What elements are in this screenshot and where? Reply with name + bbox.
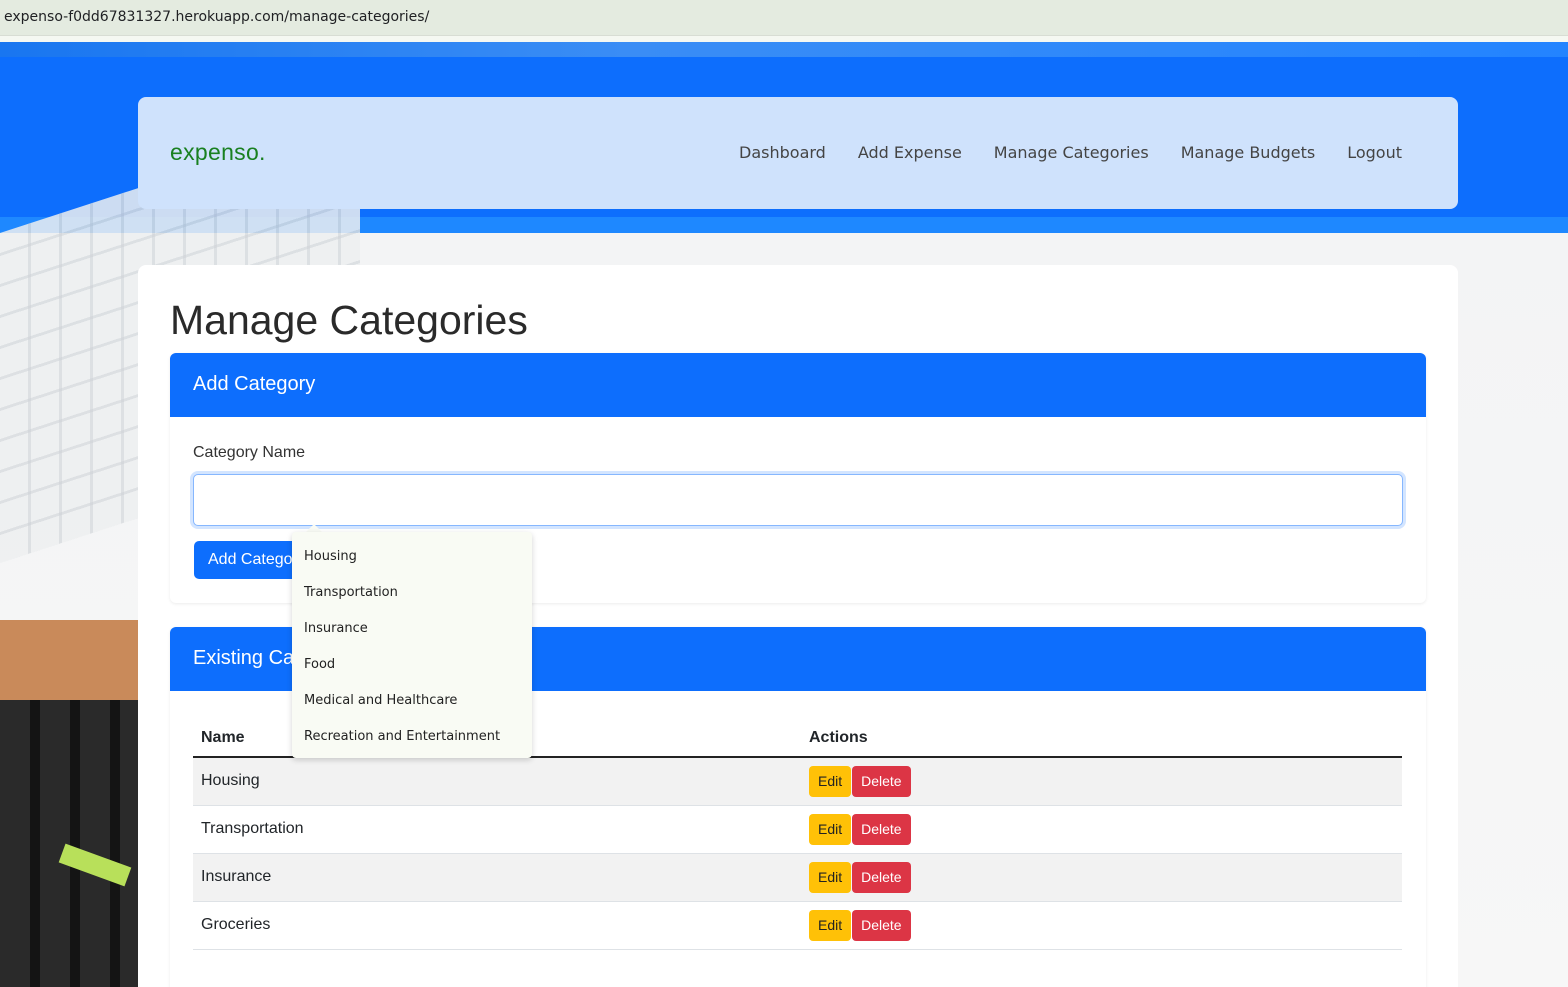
actions-cell: Edit Delete	[801, 853, 1402, 902]
autocomplete-option[interactable]: Medical and Healthcare	[292, 682, 532, 718]
category-name-input[interactable]	[193, 474, 1403, 526]
autocomplete-option[interactable]: Transportation	[292, 574, 532, 610]
category-name-cell: Groceries	[193, 901, 801, 950]
actions-cell: Edit Delete	[801, 805, 1402, 854]
table-row: Groceries Edit Delete	[193, 901, 1402, 950]
category-name-label: Category Name	[193, 444, 306, 461]
edit-button[interactable]: Edit	[809, 909, 852, 941]
nav-link-add-expense[interactable]: Add Expense	[858, 143, 962, 162]
nav-link-dashboard[interactable]: Dashboard	[739, 143, 826, 162]
page-title: Manage Categories	[170, 297, 528, 343]
delete-button[interactable]: Delete	[852, 765, 911, 797]
top-navbar: expenso. Dashboard Add Expense Manage Ca…	[138, 97, 1458, 209]
autocomplete-option[interactable]: Insurance	[292, 610, 532, 646]
add-category-header: Add Category	[170, 353, 1426, 417]
hero-band-top	[0, 42, 1568, 57]
table-row: Transportation Edit Delete	[193, 805, 1402, 854]
autocomplete-option[interactable]: Recreation and Entertainment	[292, 718, 532, 754]
edit-button[interactable]: Edit	[809, 813, 852, 845]
delete-button[interactable]: Delete	[852, 861, 911, 893]
edit-button[interactable]: Edit	[809, 765, 852, 797]
autocomplete-option[interactable]: Housing	[292, 538, 532, 574]
autocomplete-caret	[306, 524, 322, 532]
table-row: Insurance Edit Delete	[193, 853, 1402, 902]
brand-logo[interactable]: expenso.	[170, 139, 266, 166]
background-calculator	[0, 700, 140, 987]
delete-button[interactable]: Delete	[852, 813, 911, 845]
url-text: expenso-f0dd67831327.herokuapp.com/manag…	[4, 9, 430, 25]
column-header-actions: Actions	[801, 719, 1402, 758]
actions-cell: Edit Delete	[801, 901, 1402, 950]
edit-button[interactable]: Edit	[809, 861, 852, 893]
nav-link-manage-budgets[interactable]: Manage Budgets	[1181, 143, 1316, 162]
browser-url-bar[interactable]: expenso-f0dd67831327.herokuapp.com/manag…	[0, 0, 1568, 36]
category-name-cell: Insurance	[193, 853, 801, 902]
autocomplete-dropdown: Housing Transportation Insurance Food Me…	[292, 532, 532, 758]
table-row: Housing Edit Delete	[193, 757, 1402, 806]
nav-link-logout[interactable]: Logout	[1347, 143, 1402, 162]
actions-cell: Edit Delete	[801, 757, 1402, 806]
category-name-cell: Transportation	[193, 805, 801, 854]
nav-links: Dashboard Add Expense Manage Categories …	[739, 143, 1402, 162]
delete-button[interactable]: Delete	[852, 909, 911, 941]
autocomplete-option[interactable]: Food	[292, 646, 532, 682]
nav-link-manage-categories[interactable]: Manage Categories	[994, 143, 1149, 162]
category-name-cell: Housing	[193, 757, 801, 806]
